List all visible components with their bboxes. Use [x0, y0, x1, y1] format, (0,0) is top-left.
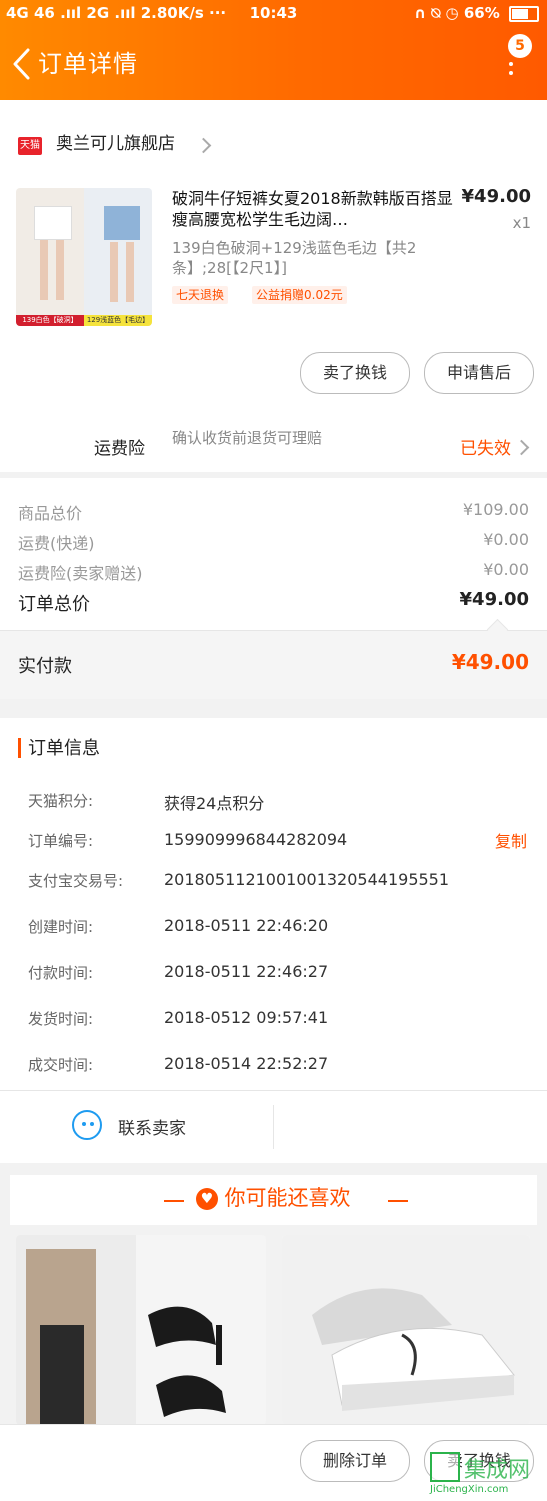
order-info-title: 订单信息	[28, 738, 100, 759]
return-policy-tag: 七天退换	[172, 286, 229, 304]
amount-paid-value: ¥49.00	[451, 650, 529, 674]
product-image	[16, 1235, 266, 1425]
price-row-value: ¥109.00	[462, 500, 529, 519]
section-accent-bar	[18, 738, 21, 758]
info-label: 订单编号:	[28, 832, 94, 850]
amount-paid-label: 实付款	[18, 656, 72, 677]
info-label: 天猫积分:	[28, 792, 94, 810]
order-total-value: ¥49.00	[459, 589, 529, 610]
status-right: ∩ ⍉ ◷ 66%	[414, 0, 539, 26]
more-menu-icon[interactable]	[508, 62, 514, 76]
shipping-insurance-desc: 确认收货前退货可理赔	[172, 429, 323, 447]
watermark-sub: JiChengXin.com	[430, 1484, 509, 1495]
status-icons: ∩ ⍉ ◷ 66%	[413, 4, 500, 22]
product-price: ¥49.00	[461, 186, 531, 207]
info-value: 2018-0511 22:46:27	[164, 962, 329, 981]
product-image	[282, 1235, 530, 1425]
order-info-section	[0, 718, 547, 1090]
price-row-label: 商品总价	[18, 504, 83, 523]
shipping-insurance-status[interactable]: 已失效	[460, 434, 511, 459]
price-row-value: ¥0.00	[483, 560, 529, 579]
decor-line	[388, 1200, 408, 1202]
back-arrow-icon[interactable]	[10, 44, 36, 84]
watermark-text: 集成网	[464, 1458, 531, 1483]
recommend-title: 你可能还喜欢	[224, 1186, 351, 1210]
wangwang-icon[interactable]	[72, 1110, 102, 1140]
charity-tag: 公益捐赠0.02元	[252, 286, 347, 304]
apply-after-sale-button[interactable]: 申请售后	[424, 352, 534, 394]
info-label: 成交时间:	[28, 1056, 94, 1074]
thumb-label: 139白色【破洞】	[16, 315, 84, 326]
shipping-insurance-label: 运费险	[94, 439, 145, 459]
order-total-label: 订单总价	[18, 594, 90, 615]
watermark-logo-icon	[430, 1452, 460, 1482]
app-header: 4G 46 .ııl 2G .ııl 2.80K/s ··· 10:43 ∩ ⍉…	[0, 0, 547, 100]
order-number: 159909996844282094	[164, 830, 348, 849]
recommend-product-shoes-black[interactable]	[16, 1235, 266, 1425]
info-label: 付款时间:	[28, 964, 94, 982]
info-value: 2018-0511 22:46:20	[164, 916, 329, 935]
price-row-label: 运费险(卖家赠送)	[18, 564, 143, 583]
status-bar: 4G 46 .ııl 2G .ııl 2.80K/s ··· 10:43 ∩ ⍉…	[0, 0, 547, 26]
battery-icon	[509, 5, 539, 22]
sell-for-cash-button[interactable]: 卖了换钱	[300, 352, 410, 394]
product-quantity: x1	[512, 214, 531, 232]
product-sku: 139白色破洞+129浅蓝色毛边【共2条】;28[【2尺1】]	[172, 239, 417, 277]
info-label: 发货时间:	[28, 1010, 94, 1028]
product-name[interactable]: 破洞牛仔短裤女夏2018新款韩版百搭显瘦高腰宽松学生毛边阔…	[172, 188, 454, 230]
message-count-badge[interactable]: 5	[508, 34, 532, 58]
info-value: 2018-0514 22:52:27	[164, 1054, 329, 1073]
shop-name[interactable]: 奥兰可儿旗舰店	[56, 132, 175, 156]
info-value: 获得24点积分	[164, 794, 265, 813]
price-row-value: ¥0.00	[483, 530, 529, 549]
info-label: 支付宝交易号:	[28, 872, 124, 890]
watermark: 集成网 JiChengXin.com	[430, 1452, 540, 1496]
thumb-label: 129浅蓝色【毛边】	[84, 315, 152, 326]
info-value: 2018051121001001320544195551	[164, 870, 450, 889]
tmall-badge: 天猫	[18, 137, 42, 155]
info-value: 2018-0512 09:57:41	[164, 1008, 329, 1027]
page-title: 订单详情	[38, 50, 138, 78]
recommend-product-sneakers[interactable]	[282, 1235, 530, 1425]
contact-seller-button[interactable]: 联系卖家	[118, 1114, 186, 1139]
copy-order-number-button[interactable]: 复制	[495, 828, 527, 852]
info-label: 创建时间:	[28, 918, 94, 936]
delete-order-button[interactable]: 删除订单	[300, 1440, 410, 1482]
price-row-label: 运费(快递)	[18, 534, 95, 553]
product-thumbnail[interactable]: 139白色【破洞】 129浅蓝色【毛边】	[16, 188, 152, 326]
